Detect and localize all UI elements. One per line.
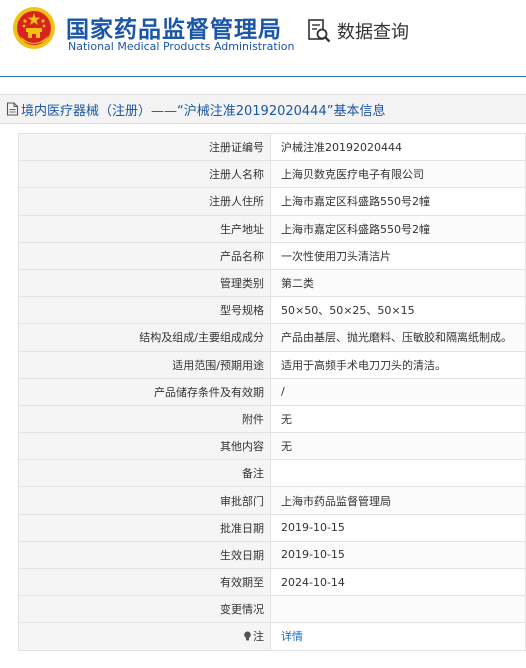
table-row: 附件无 [18,404,526,434]
note-row: 注 详情 [18,622,526,651]
lightbulb-icon [244,631,251,641]
field-value: 上海市药品监督管理局 [270,486,526,515]
table-row: 型号规格 50×50、50×25、50×15 [18,296,526,325]
document-search-icon [308,19,331,43]
field-value: 上海贝数克医疗电子有限公司 [270,160,526,189]
org-name-en: National Medical Products Administration [68,40,295,53]
document-icon [6,102,19,116]
data-query-link[interactable]: 数据查询 [306,18,409,44]
field-label: 变更情况 [18,595,271,624]
table-row: 批准日期 2019-10-15 [18,513,526,542]
registration-info-table: 注册证编号 沪械注准20192020444 注册人名称 上海贝数克医疗电子有限公司 … [18,132,526,651]
field-label: 适用范围/预期用途 [18,350,271,379]
national-emblem-icon [13,7,55,49]
field-label: 生效日期 [18,540,271,570]
table-row: 其他内容无 [18,432,526,461]
table-row: 审批部门 上海市药品监督管理局 [18,486,526,515]
field-label: 生产地址 [18,214,271,243]
field-label: 注册人名称 [18,160,271,189]
field-value: 产品由基层、抛光磨料、压敏胶和隔离纸制成。 [270,323,526,352]
field-value: 无 [270,432,526,461]
field-label: 注册人住所 [18,187,271,216]
table-row: 产品名称 一次性使用刀头清洁片 [18,241,526,270]
field-value: 2019-10-15 [270,513,526,542]
field-label: 备注 [18,459,271,488]
note-label: 注 [253,630,264,644]
table-row: 适用范围/预期用途 适用于高频手术电刀刀头的清洁。 [18,350,526,379]
field-value: 50×50、50×25、50×15 [270,296,526,325]
field-label: 型号规格 [18,296,271,325]
field-label: 附件 [18,404,271,434]
field-label: 其他内容 [18,432,271,461]
query-label: 数据查询 [337,22,409,43]
note-label-cell: 注 [18,622,271,651]
table-row: 注册人名称 上海贝数克医疗电子有限公司 [18,160,526,189]
field-value: 第二类 [270,268,526,298]
field-value: 一次性使用刀头清洁片 [270,241,526,270]
field-label: 管理类别 [18,268,271,298]
field-label: 产品名称 [18,241,271,270]
note-value-cell: 详情 [270,622,526,651]
field-value: / [270,377,526,406]
org-name-cn: 国家药品监督管理局 [66,17,282,43]
table-row: 产品储存条件及有效期 / [18,377,526,406]
table-row: 备注 [18,459,526,488]
field-label: 结构及组成/主要组成成分 [18,323,271,352]
field-value: 2024-10-14 [270,567,526,597]
field-label: 产品储存条件及有效期 [18,377,271,406]
table-row: 生效日期 2019-10-15 [18,540,526,570]
field-label: 有效期至 [18,567,271,597]
table-row: 结构及组成/主要组成成分 产品由基层、抛光磨料、压敏胶和隔离纸制成。 [18,323,526,352]
field-label: 批准日期 [18,513,271,542]
field-value: 沪械注准20192020444 [270,132,526,162]
field-value [270,459,526,488]
table-row: 注册证编号 沪械注准20192020444 [18,132,526,162]
table-row: 生产地址 上海市嘉定区科盛路550号2幢 [18,214,526,243]
field-value: 上海市嘉定区科盛路550号2幢 [270,214,526,243]
field-label: 审批部门 [18,486,271,515]
field-value: 适用于高频手术电刀刀头的清洁。 [270,350,526,379]
site-header: 国家药品监督管理局 National Medical Products Admi… [0,0,526,77]
field-label: 注册证编号 [18,132,271,162]
table-row: 管理类别 第二类 [18,268,526,298]
table-row: 注册人住所 上海市嘉定区科盛路550号2幢 [18,187,526,216]
details-link[interactable]: 详情 [281,630,303,643]
table-row: 变更情况 [18,595,526,624]
table-row: 有效期至 2024-10-14 [18,567,526,597]
field-value: 无 [270,404,526,434]
field-value [270,595,526,624]
record-title-bar: 境内医疗器械（注册）——“沪械注准20192020444”基本信息 [0,94,526,124]
field-value: 上海市嘉定区科盛路550号2幢 [270,187,526,216]
field-value: 2019-10-15 [270,540,526,570]
record-title: 境内医疗器械（注册）——“沪械注准20192020444”基本信息 [21,103,386,119]
